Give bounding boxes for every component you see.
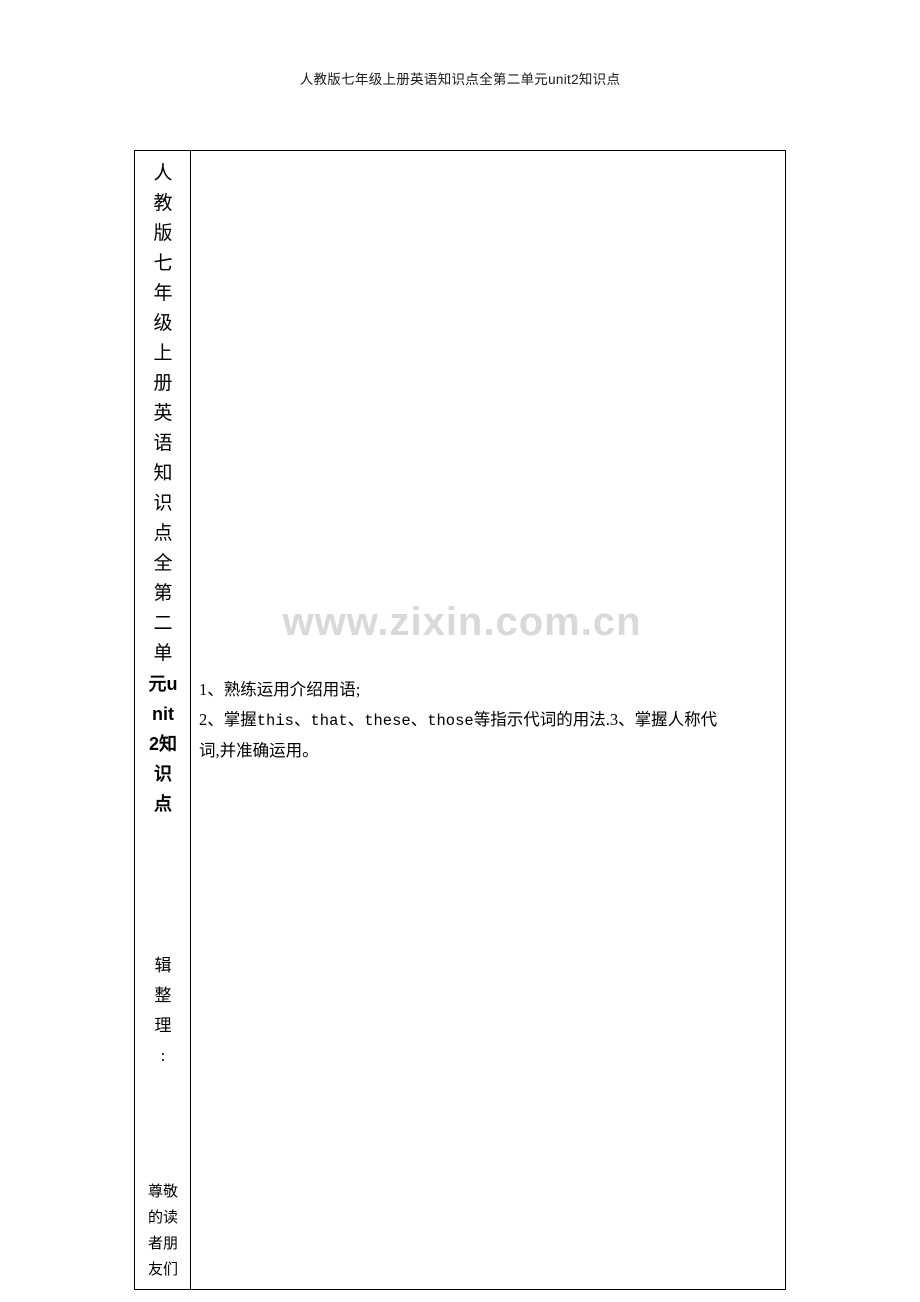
subtitle-char: 整: [154, 986, 172, 1005]
title-char-bold: nit: [152, 704, 174, 724]
sep-3: 、: [410, 710, 428, 729]
title-char: 教: [153, 193, 173, 214]
document-table: 人 教 版 七 年 级 上 册 英 语 知 识 点 全 第 二 单 元u nit…: [134, 150, 786, 1290]
title-char: 识: [153, 493, 173, 514]
footer-char: 尊敬: [147, 1184, 178, 1200]
sep-1: 、: [293, 710, 311, 729]
title-char: 二: [153, 613, 173, 634]
title-char: 七: [153, 253, 173, 274]
table-cell-left: 人 教 版 七 年 级 上 册 英 语 知 识 点 全 第 二 单 元u nit…: [135, 151, 191, 1289]
body-text: 1、熟练运用介绍用语; 2、掌握this、that、these、those等指示…: [199, 675, 779, 766]
title-char: 英: [153, 403, 173, 424]
table-cell-right: 1、熟练运用介绍用语; 2、掌握this、that、these、those等指示…: [191, 151, 785, 1289]
subtitle-char: :: [160, 1046, 166, 1065]
title-char-bold: 点: [154, 794, 172, 814]
body-line-2: 2、掌握this、that、these、those等指示代词的用法.3、掌握人称…: [199, 705, 779, 736]
term-those: those: [427, 712, 474, 730]
title-char: 点: [153, 523, 173, 544]
title-char: 语: [153, 433, 173, 454]
title-char: 单: [153, 643, 173, 664]
title-char: 知: [153, 463, 173, 484]
vertical-subtitle: 辑 整 理 :: [135, 951, 191, 1071]
title-char: 上: [153, 343, 173, 364]
title-char: 年: [153, 283, 173, 304]
title-char: 版: [153, 223, 173, 244]
title-char-bold: 识: [154, 764, 172, 784]
title-char: 全: [153, 553, 173, 574]
title-char: 册: [153, 373, 173, 394]
vertical-title: 人 教 版 七 年 级 上 册 英 语 知 识 点 全 第 二 单 元u nit…: [135, 159, 191, 819]
body-line-3: 词,并准确运用。: [199, 741, 319, 760]
title-char: 人: [153, 163, 173, 184]
body-line-1: 1、熟练运用介绍用语;: [199, 680, 361, 699]
term-this: this: [256, 712, 294, 730]
footer-char: 者朋: [147, 1236, 178, 1252]
term-these: these: [364, 712, 411, 730]
body-line-2-prefix: 2、掌握: [199, 710, 257, 729]
body-line-2-suffix: 等指示代词的用法.3、掌握人称代: [473, 710, 718, 729]
title-char-bold: 2知: [148, 734, 177, 754]
term-that: that: [310, 712, 348, 730]
subtitle-char: 理: [154, 1016, 172, 1035]
page-header: 人教版七年级上册英语知识点全第二单元unit2知识点: [299, 72, 621, 87]
footer-char: 的读: [147, 1210, 178, 1226]
subtitle-char: 辑: [154, 956, 172, 975]
title-char: 级: [153, 313, 173, 334]
title-char-bold: 元u: [148, 674, 178, 694]
title-char: 第: [153, 583, 173, 604]
vertical-footer: 尊敬 的读 者朋 友们: [135, 1179, 191, 1283]
footer-char: 友们: [147, 1262, 178, 1278]
sep-2: 、: [347, 710, 365, 729]
